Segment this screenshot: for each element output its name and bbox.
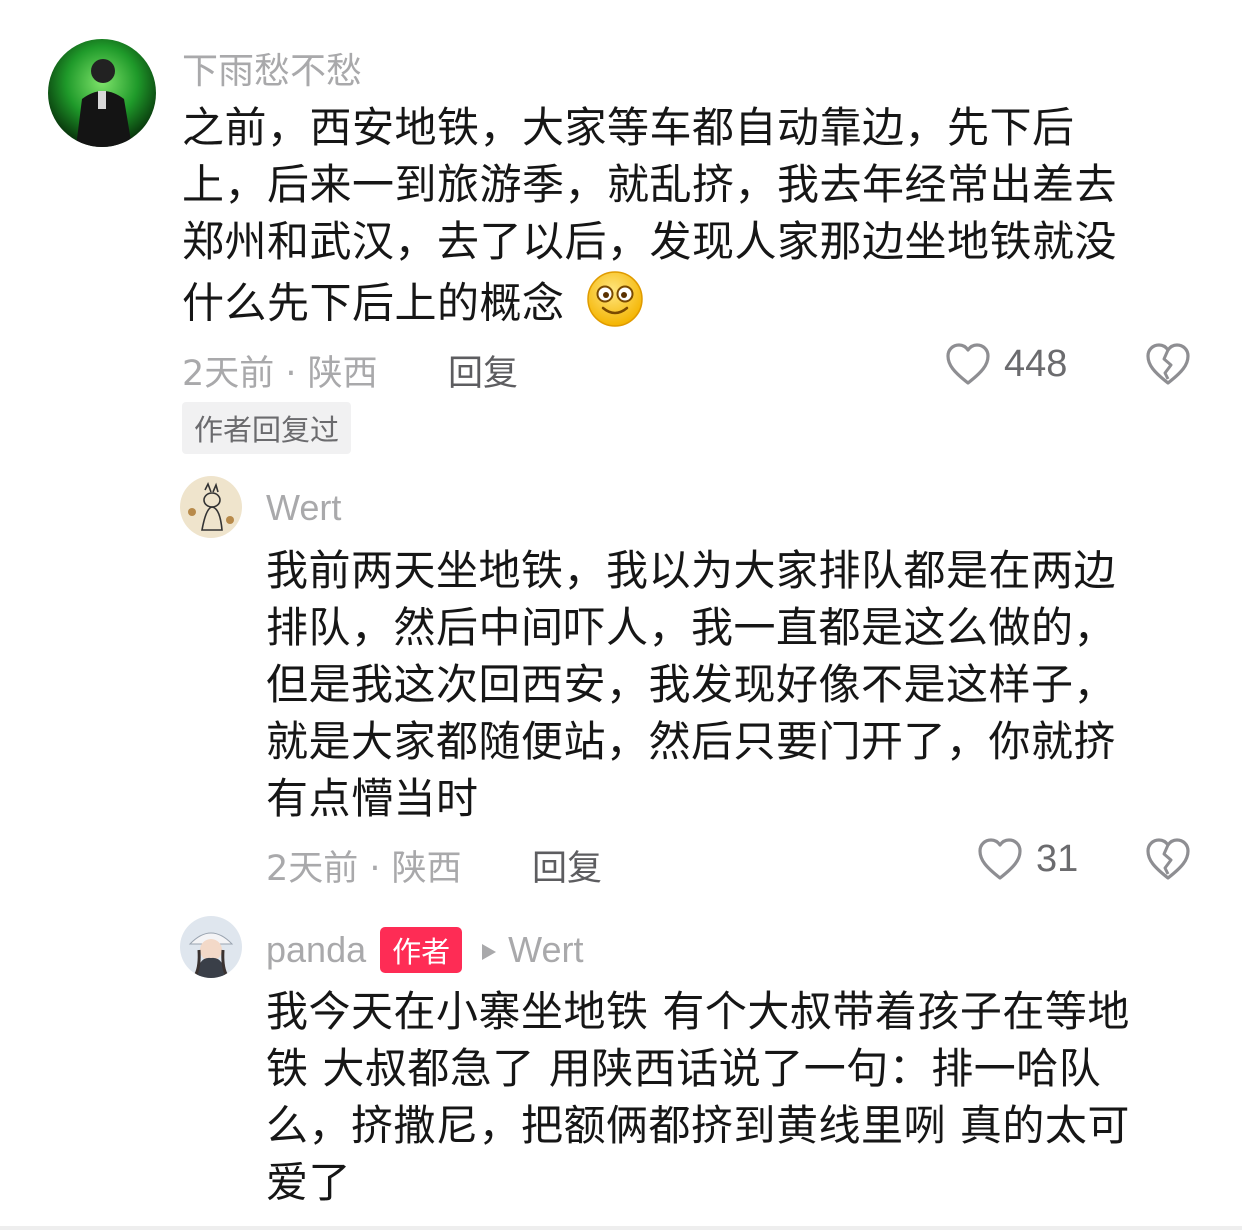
- avatar[interactable]: [48, 39, 156, 147]
- comment-text: 我今天在小寨坐地铁 有个大叔带着孩子在等地 铁 大叔都急了 用陕西话说了一句：排…: [266, 983, 1216, 1211]
- avatar[interactable]: [180, 476, 242, 538]
- smile-emoji-icon: [586, 270, 644, 342]
- comment-line: 郑州和武汉，去了以后，发现人家那边坐地铁就没: [182, 217, 1118, 266]
- comment-line: 铁 大叔都急了 用陕西话说了一句：排一哈队: [266, 1044, 1102, 1093]
- broken-heart-icon: [1146, 343, 1190, 385]
- avatar-image: [180, 916, 242, 978]
- comment-line: 么，挤撒尼，把额俩都挤到黄线里咧 真的太可: [266, 1101, 1130, 1150]
- reply-button[interactable]: 回复: [448, 345, 518, 396]
- comment-line: 上，后来一到旅游季，就乱挤，我去年经常出差去: [182, 160, 1118, 209]
- comment-line: 有点懵当时: [266, 774, 479, 823]
- comment-text: 我前两天坐地铁，我以为大家排队都是在两边 排队，然后中间吓人，我一直都是这么做的…: [266, 542, 1196, 827]
- username[interactable]: panda: [266, 929, 366, 971]
- like-count: 448: [1004, 342, 1068, 385]
- comment-line: 爱了: [266, 1158, 352, 1207]
- divider: [0, 1226, 1242, 1230]
- heart-icon: [978, 838, 1022, 880]
- avatar-image: [180, 476, 242, 538]
- comment-line: 但是我这次回西安，我发现好像不是这样子，: [266, 660, 1117, 709]
- like-button[interactable]: 448: [944, 341, 1067, 387]
- username[interactable]: 下雨愁不愁: [182, 42, 362, 94]
- heart-icon: [946, 343, 990, 385]
- reply-arrow-icon: [480, 930, 498, 971]
- reply-button[interactable]: 回复: [532, 840, 602, 891]
- comment-line: 什么先下后上的概念: [182, 278, 565, 328]
- comment-line: 排队，然后中间吓人，我一直都是这么做的，: [266, 603, 1117, 652]
- dislike-button[interactable]: [1144, 836, 1192, 886]
- author-replied-tag: 作者回复过: [182, 402, 352, 454]
- like-count: 31: [1036, 837, 1079, 880]
- avatar[interactable]: [180, 916, 242, 978]
- comment-line: 之前，西安地铁，大家等车都自动靠边，先下后: [182, 103, 1075, 152]
- username[interactable]: Wert: [266, 487, 341, 529]
- broken-heart-icon: [1146, 838, 1190, 880]
- avatar-image: [48, 39, 156, 147]
- comment-line: 我今天在小寨坐地铁 有个大叔带着孩子在等地: [266, 987, 1130, 1036]
- dislike-button[interactable]: [1144, 341, 1192, 391]
- comment-line-last: 什么先下后上的概念: [182, 270, 1202, 342]
- comment-line: 就是大家都随便站，然后只要门开了，你就挤: [266, 717, 1117, 766]
- comment-time-location: 2天前 · 陕西: [266, 849, 462, 889]
- comment-line: 我前两天坐地铁，我以为大家排队都是在两边: [266, 546, 1117, 595]
- like-button[interactable]: 31: [976, 836, 1078, 882]
- comment-text: 之前，西安地铁，大家等车都自动靠边，先下后 上，后来一到旅游季，就乱挤，我去年经…: [182, 99, 1202, 342]
- comment-time-location: 2天前 · 陕西: [182, 354, 378, 394]
- author-badge: 作者: [380, 927, 463, 973]
- comment-header: panda 作者 Wert: [266, 927, 583, 973]
- reply-to-username[interactable]: Wert: [508, 929, 583, 971]
